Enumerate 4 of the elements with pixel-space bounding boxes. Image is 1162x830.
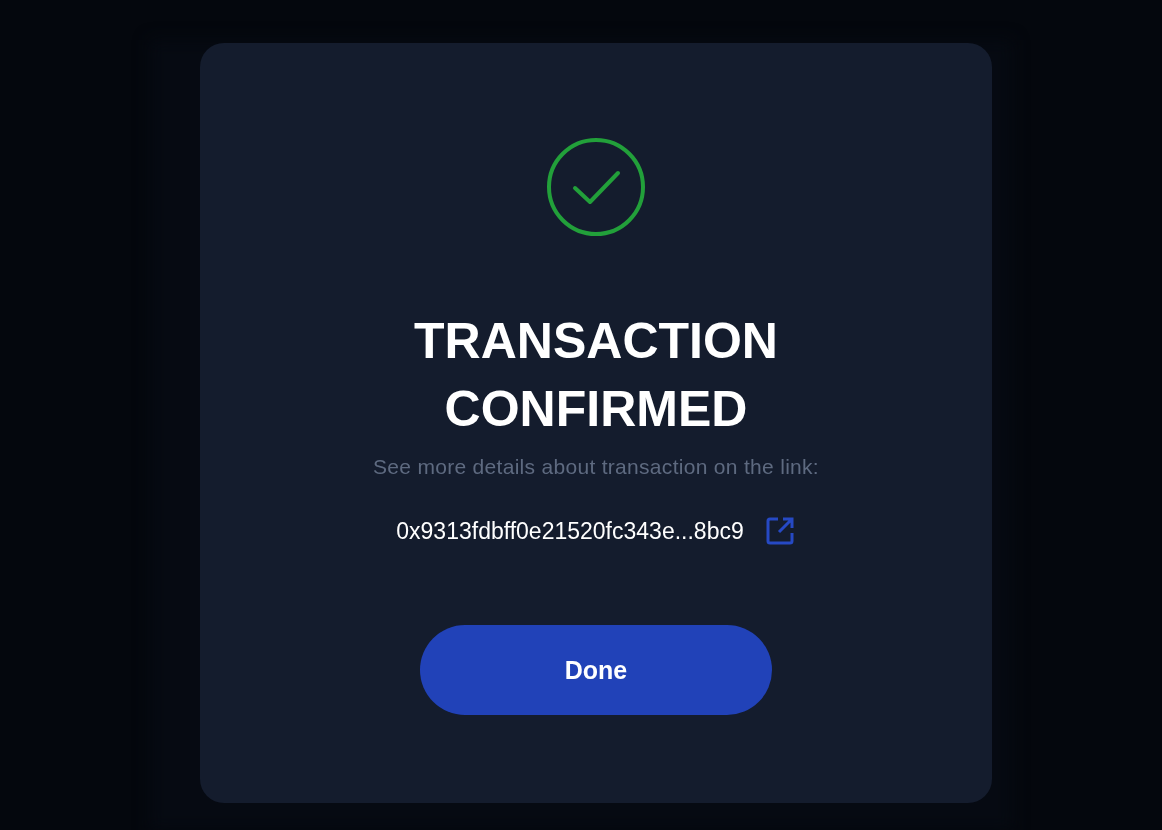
done-button[interactable]: Done bbox=[420, 625, 772, 715]
dialog-title: TRANSACTION CONFIRMED bbox=[413, 312, 779, 439]
transaction-link[interactable]: 0x9313fdbff0e21520fc343e...8bc9 bbox=[396, 517, 744, 545]
dialog-message: See more details about transaction on the link: bbox=[373, 454, 819, 480]
